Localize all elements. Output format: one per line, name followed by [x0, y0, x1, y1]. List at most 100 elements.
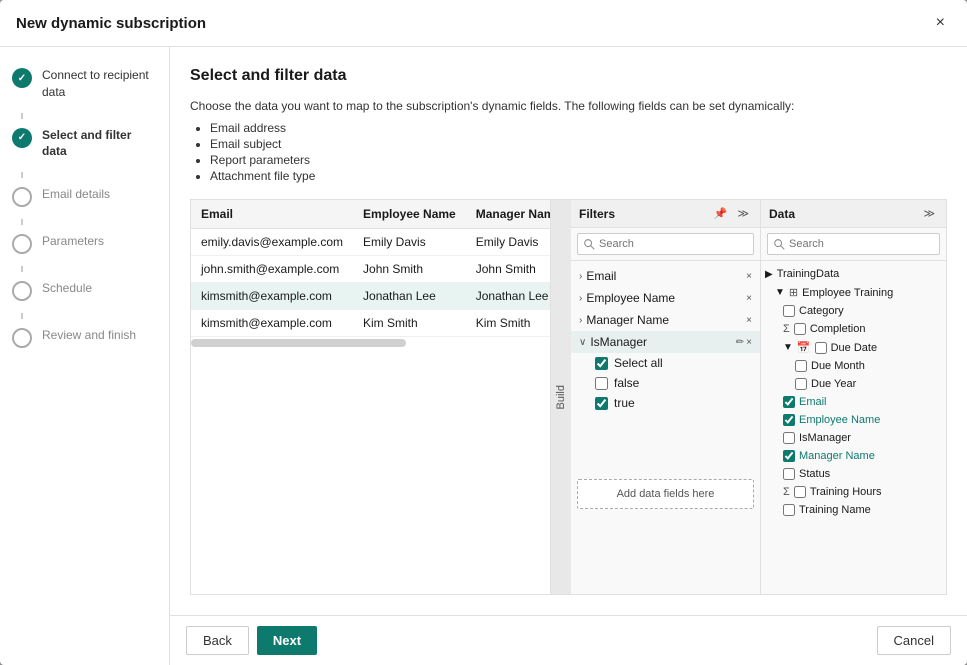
close-button[interactable]: × — [930, 12, 951, 34]
due-date-checkbox[interactable] — [815, 342, 827, 354]
select-all-checkbox[interactable] — [595, 357, 608, 370]
filter-email-label: Email — [586, 269, 616, 283]
filters-title: Filters — [579, 207, 615, 221]
tree-training-hours[interactable]: Σ Training Hours — [761, 483, 946, 501]
manager-name-checkbox[interactable] — [783, 450, 795, 462]
cell-employee-name: Kim Smith — [353, 310, 466, 337]
ismanager-true[interactable]: true — [571, 393, 760, 413]
sidebar-item-review[interactable]: Review and finish — [12, 327, 157, 348]
add-fields-area: Add data fields here — [577, 479, 754, 509]
tree-status[interactable]: Status — [761, 465, 946, 483]
back-button[interactable]: Back — [186, 626, 249, 655]
sidebar-item-schedule[interactable]: Schedule — [12, 280, 157, 301]
sidebar-item-email[interactable]: Email details — [12, 186, 157, 207]
tree-category[interactable]: Category — [761, 302, 946, 320]
step-circle-parameters — [12, 234, 32, 254]
calendar-icon: 📅 — [797, 341, 811, 354]
tree-completion[interactable]: Σ Completion — [761, 320, 946, 338]
sigma-icon: Σ — [783, 323, 790, 335]
false-label: false — [614, 376, 639, 390]
filter-ismanager-edit-icon[interactable]: ✏ — [736, 337, 744, 348]
true-checkbox[interactable] — [595, 397, 608, 410]
tree-due-date[interactable]: ▼ 📅 Due Date — [761, 338, 946, 357]
data-panel-header: Data ≫ — [761, 200, 946, 228]
tree-employee-training[interactable]: ▼ ⊞ Employee Training — [761, 283, 946, 302]
step-circle-select: ✓ — [12, 128, 32, 148]
due-month-checkbox[interactable] — [795, 360, 807, 372]
tree-employee-training-label: Employee Training — [802, 287, 893, 299]
filter-item-employee-name[interactable]: › Employee Name × — [571, 287, 760, 309]
filter-email-remove[interactable]: × — [746, 271, 752, 282]
step-label-schedule: Schedule — [42, 280, 92, 297]
sidebar-item-parameters[interactable]: Parameters — [12, 233, 157, 254]
table-row[interactable]: john.smith@example.com John Smith John S… — [191, 256, 551, 283]
filters-pin-icon[interactable]: 📌 — [711, 206, 731, 221]
data-table: Email Employee Name Manager Name emily.d… — [191, 200, 551, 337]
next-button[interactable]: Next — [257, 626, 317, 655]
filter-item-ismanager[interactable]: ∨ IsManager ✏ × — [571, 331, 760, 353]
data-tree: ▶ TrainingData ▼ ⊞ Employee Training — [761, 261, 946, 594]
filters-expand-icon[interactable]: ≫ — [734, 206, 752, 221]
filters-search-input[interactable] — [599, 238, 747, 250]
table-row[interactable]: kimsmith@example.com Jonathan Lee Jonath… — [191, 283, 551, 310]
status-label: Status — [799, 468, 830, 480]
tree-ismanager[interactable]: IsManager — [761, 429, 946, 447]
due-month-label: Due Month — [811, 360, 865, 372]
tree-due-month[interactable]: Due Month — [761, 357, 946, 375]
training-hours-checkbox[interactable] — [794, 486, 806, 498]
due-year-checkbox[interactable] — [795, 378, 807, 390]
cell-employee-name: Emily Davis — [353, 229, 466, 256]
tree-training-name[interactable]: Training Name — [761, 501, 946, 519]
cell-email: emily.davis@example.com — [191, 229, 353, 256]
status-checkbox[interactable] — [783, 468, 795, 480]
build-label: Build — [555, 385, 567, 409]
sidebar-item-connect[interactable]: ✓ Connect to recipient data — [12, 67, 157, 101]
filters-panel-icons: 📌 ≫ — [711, 206, 752, 221]
filter-item-email[interactable]: › Email × — [571, 265, 760, 287]
desc-item-1: Email address — [210, 121, 947, 135]
desc-item-4: Attachment file type — [210, 169, 947, 183]
false-checkbox[interactable] — [595, 377, 608, 390]
email-checkbox[interactable] — [783, 396, 795, 408]
modal-footer: Back Next Cancel — [170, 615, 967, 665]
footer-left: Back Next — [186, 626, 317, 655]
cancel-button[interactable]: Cancel — [877, 626, 951, 655]
data-area: Email Employee Name Manager Name emily.d… — [190, 199, 947, 595]
completion-checkbox[interactable] — [794, 323, 806, 335]
data-expand-icon[interactable]: ≫ — [920, 206, 938, 221]
cell-email: john.smith@example.com — [191, 256, 353, 283]
step-label-connect: Connect to recipient data — [42, 67, 157, 101]
filter-manager-remove[interactable]: × — [746, 315, 752, 326]
emp-name-checkbox[interactable] — [783, 414, 795, 426]
add-fields-button[interactable]: Add data fields here — [577, 479, 754, 509]
sigma-hours-icon: Σ — [783, 486, 790, 498]
tree-due-year[interactable]: Due Year — [761, 375, 946, 393]
filter-employee-remove[interactable]: × — [746, 293, 752, 304]
ismanager-false[interactable]: false — [571, 373, 760, 393]
tree-manager-name[interactable]: Manager Name — [761, 447, 946, 465]
tree-root[interactable]: ▶ TrainingData — [761, 265, 946, 283]
data-search-input[interactable] — [789, 238, 933, 250]
data-panel-icons: ≫ — [920, 206, 938, 221]
build-sidebar[interactable]: Build — [551, 200, 571, 594]
ismanager-select-all[interactable]: Select all — [571, 353, 760, 373]
sidebar-item-select[interactable]: ✓ Select and filter data — [12, 127, 157, 161]
tree-emp-name[interactable]: Employee Name — [761, 411, 946, 429]
category-checkbox[interactable] — [783, 305, 795, 317]
filter-ismanager-label: IsManager — [590, 335, 647, 349]
filter-item-manager-name[interactable]: › Manager Name × — [571, 309, 760, 331]
category-label: Category — [799, 305, 844, 317]
ismanager-tree-checkbox[interactable] — [783, 432, 795, 444]
main-content: Select and filter data Choose the data y… — [170, 47, 967, 665]
tree-email[interactable]: Email — [761, 393, 946, 411]
tree-root-label: TrainingData — [777, 268, 840, 280]
table-row[interactable]: kimsmith@example.com Kim Smith Kim Smith — [191, 310, 551, 337]
step-circle-email — [12, 187, 32, 207]
filter-ismanager-remove[interactable]: × — [746, 337, 752, 348]
table-row[interactable]: emily.davis@example.com Emily Davis Emil… — [191, 229, 551, 256]
ismanager-tree-label: IsManager — [799, 432, 851, 444]
training-name-checkbox[interactable] — [783, 504, 795, 516]
desc-item-3: Report parameters — [210, 153, 947, 167]
col-employee-name: Employee Name — [353, 200, 466, 229]
filter-manager-label: Manager Name — [586, 313, 669, 327]
